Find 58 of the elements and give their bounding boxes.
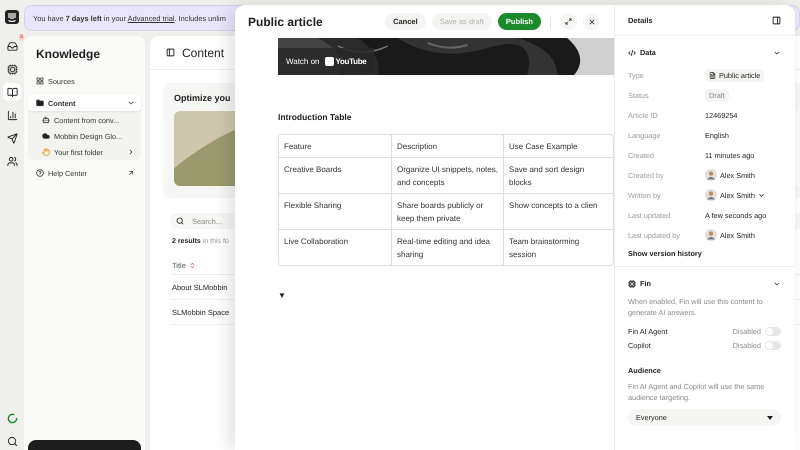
bot-icon bbox=[42, 116, 50, 124]
inbox-icon bbox=[6, 40, 18, 52]
caret-icon bbox=[767, 416, 773, 420]
table-cell: Share boards publicly or keep them private bbox=[392, 194, 504, 230]
table-header-cell: Description bbox=[392, 135, 504, 158]
progress-icon bbox=[6, 412, 18, 424]
expand-icon bbox=[565, 18, 572, 25]
expand-button[interactable] bbox=[560, 13, 577, 30]
nav-button[interactable] bbox=[3, 83, 21, 101]
avatar-icon bbox=[705, 169, 717, 181]
chevron-down-icon bbox=[127, 99, 135, 107]
avatar-icon bbox=[705, 189, 717, 201]
chevron-right-icon bbox=[127, 148, 135, 156]
panel-title: Knowledge bbox=[35, 47, 102, 61]
close-button[interactable] bbox=[583, 13, 600, 30]
section-heading: Introduction Table bbox=[278, 112, 353, 122]
bar-chart-icon bbox=[6, 110, 18, 120]
search-icon bbox=[6, 436, 18, 446]
table-header-cell: Feature bbox=[279, 135, 392, 158]
collapse-toggle[interactable]: ▼ bbox=[278, 291, 614, 300]
grid-icon bbox=[36, 77, 44, 85]
code-icon bbox=[628, 48, 636, 56]
drawer-title: Public article bbox=[248, 14, 324, 28]
close-icon bbox=[588, 18, 596, 26]
sort-icon[interactable] bbox=[188, 262, 196, 269]
table-cell-text: Team brainstorming session bbox=[508, 236, 580, 261]
promo-title: Optimize you bbox=[174, 93, 231, 103]
toggle-switch[interactable] bbox=[765, 326, 781, 336]
logo-icon bbox=[5, 10, 19, 24]
nav-button[interactable] bbox=[3, 8, 21, 26]
hand-icon bbox=[42, 148, 50, 156]
table-cell: Show concepts to a clien bbox=[504, 194, 613, 230]
table-cell: Save and sort design blocks bbox=[504, 158, 613, 194]
cloud-icon bbox=[42, 132, 50, 140]
users-icon bbox=[6, 156, 18, 166]
table-header-cell: Use Case Example bbox=[504, 135, 613, 158]
table-cell: Live Collaboration bbox=[279, 230, 392, 265]
bottom-bar[interactable] bbox=[28, 440, 141, 450]
table-cell: Flexible Sharing bbox=[279, 194, 392, 230]
panel-title: Content bbox=[182, 46, 224, 60]
chip-icon bbox=[628, 280, 636, 288]
article-icon bbox=[709, 72, 716, 78]
chip-icon bbox=[6, 64, 18, 74]
toggle-switch[interactable] bbox=[765, 340, 781, 350]
search-icon bbox=[176, 217, 184, 225]
avatar-icon bbox=[705, 229, 717, 241]
sidebar-toggle-icon[interactable] bbox=[166, 48, 175, 57]
caret-icon bbox=[758, 192, 765, 198]
book-icon bbox=[6, 86, 18, 98]
table-cell: Real-time editing and idea sharing bbox=[392, 230, 504, 265]
external-link-icon bbox=[127, 169, 135, 177]
send-icon bbox=[6, 132, 18, 144]
watch-on-youtube-button[interactable]: Watch on YouTube bbox=[278, 48, 374, 75]
folder-icon bbox=[36, 99, 44, 107]
table-cell: Creative Boards bbox=[279, 158, 392, 194]
help-icon bbox=[36, 169, 44, 177]
table-cell: Organize UI snippets, notes, and concepts bbox=[392, 158, 504, 194]
panel-toggle-icon[interactable] bbox=[772, 16, 781, 24]
